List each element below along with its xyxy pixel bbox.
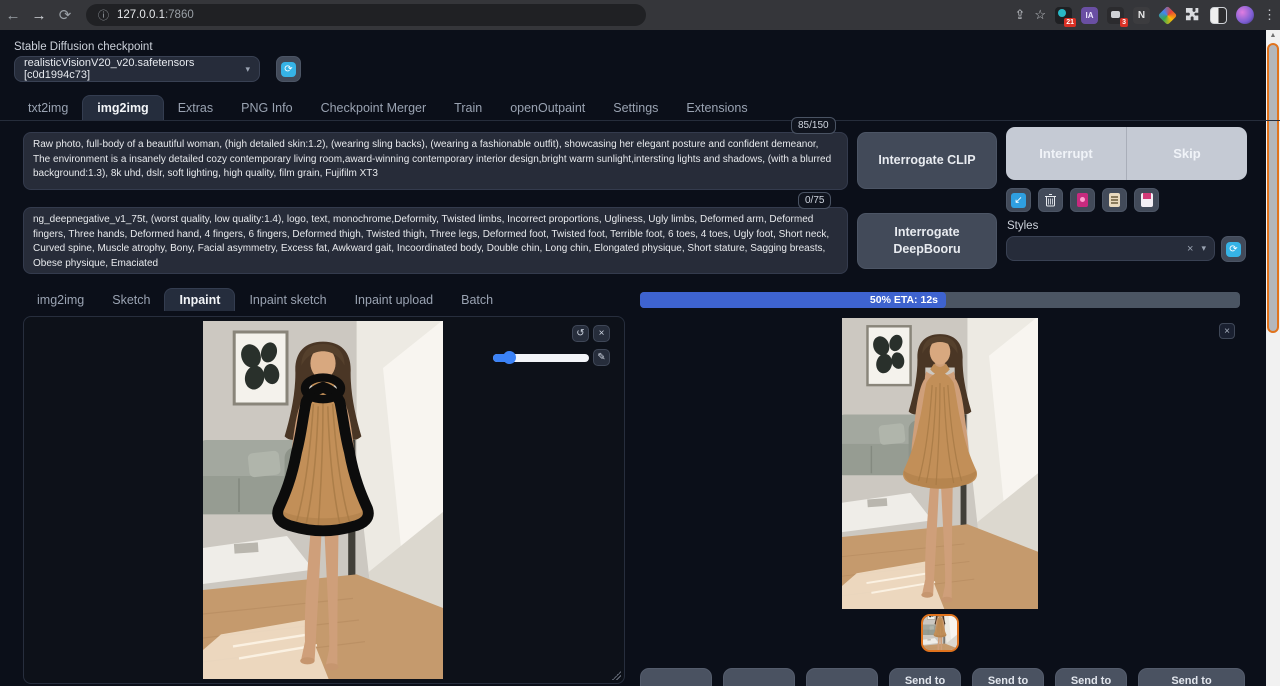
paste-arrow-icon: ↙ — [1011, 193, 1026, 208]
extension-diamond-icon[interactable] — [1158, 5, 1177, 24]
url-host: 127.0.0.1 — [117, 9, 165, 21]
progress-bar: 50% ETA: 12s — [640, 292, 1240, 308]
send-to-button-4[interactable]: Send to — [889, 668, 961, 686]
browser-menu-icon[interactable]: ⋮ — [1263, 7, 1276, 23]
extension-ia-icon[interactable]: IA — [1081, 7, 1098, 24]
interrogate-deepbooru-line1: Interrogate — [894, 224, 959, 241]
flower-card-icon — [1077, 193, 1088, 207]
paste-params-button[interactable]: ↙ — [1006, 188, 1031, 212]
page-scrollbar[interactable]: ▲ — [1266, 30, 1280, 686]
dark-reader-icon[interactable] — [1210, 7, 1227, 24]
forward-icon[interactable]: → — [26, 7, 52, 24]
chevron-down-icon: ▾ — [245, 64, 250, 75]
inpaint-source-image[interactable] — [203, 321, 443, 679]
tab-train[interactable]: Train — [440, 95, 496, 120]
main-tab-bar: txt2img img2img Extras PNG Info Checkpoi… — [14, 95, 762, 120]
styles-label: Styles — [1007, 220, 1038, 232]
positive-prompt-input[interactable]: Raw photo, full-body of a beautiful woma… — [23, 132, 848, 190]
negative-prompt-input[interactable]: ng_deepnegative_v1_75t, (worst quality, … — [23, 207, 848, 274]
interrogate-deepbooru-line2: DeepBooru — [893, 241, 960, 258]
undo-icon[interactable]: ↺ — [572, 325, 589, 342]
clipboard-icon — [1109, 193, 1120, 207]
inpaint-canvas-panel: ↺ × ✎ — [23, 316, 625, 684]
scrollbar-up-arrow[interactable]: ▲ — [1266, 30, 1280, 42]
brush-size-slider[interactable] — [493, 354, 589, 362]
checkpoint-refresh-button[interactable]: ⟳ — [276, 56, 301, 82]
tab-settings[interactable]: Settings — [599, 95, 672, 120]
apply-style-button[interactable] — [1102, 188, 1127, 212]
extension-timer-icon[interactable]: 21 — [1055, 7, 1072, 24]
tab-openoutpaint[interactable]: openOutpaint — [496, 95, 599, 120]
skip-button[interactable]: Skip — [1126, 127, 1247, 180]
send-button-3[interactable] — [806, 668, 878, 686]
output-preview-image[interactable] — [842, 318, 1038, 609]
positive-token-counter: 85/150 — [791, 117, 836, 134]
clear-prompt-button[interactable] — [1038, 188, 1063, 212]
checkpoint-value: realisticVisionV20_v20.safetensors [c0d1… — [24, 57, 245, 81]
chevron-down-icon: ▾ — [1201, 243, 1206, 254]
gallery-thumbnail-selected[interactable] — [921, 614, 959, 652]
reload-icon[interactable]: ⟳ — [52, 6, 78, 24]
checkpoint-label: Stable Diffusion checkpoint — [14, 41, 153, 53]
browser-toolbar: ← → ⟳ ⓘ 127.0.0.1:7860 ⇪ ☆ 21 IA 3 N ⋮ — [0, 0, 1280, 30]
save-button[interactable] — [640, 668, 712, 686]
scrollbar-thumb[interactable] — [1267, 43, 1279, 333]
extension-notion-icon[interactable]: N — [1133, 7, 1150, 24]
share-icon[interactable]: ⇪ — [1014, 7, 1025, 23]
interrogate-clip-button[interactable]: Interrogate CLIP — [857, 132, 997, 189]
subtab-inpaint[interactable]: Inpaint — [164, 288, 235, 311]
interrupt-button[interactable]: Interrupt — [1006, 127, 1126, 180]
styles-dropdown[interactable]: × ▾ — [1006, 236, 1215, 261]
gallery-action-row: Send to Send to Send to Send to — [640, 668, 1245, 686]
tab-extensions[interactable]: Extensions — [672, 95, 761, 120]
address-bar[interactable]: ⓘ 127.0.0.1:7860 — [86, 4, 646, 26]
brush-icon[interactable]: ✎ — [593, 349, 610, 366]
tab-img2img[interactable]: img2img — [82, 95, 163, 120]
send-to-button-7[interactable]: Send to — [1138, 668, 1245, 686]
stable-diffusion-webui: ← → ⟳ ⓘ 127.0.0.1:7860 ⇪ ☆ 21 IA 3 N ⋮ ▲… — [0, 0, 1280, 686]
styles-refresh-button[interactable]: ⟳ — [1221, 236, 1246, 262]
checkpoint-dropdown[interactable]: realisticVisionV20_v20.safetensors [c0d1… — [14, 56, 260, 82]
refresh-icon: ⟳ — [1226, 242, 1241, 257]
thumbnail-image — [923, 616, 957, 650]
tab-png-info[interactable]: PNG Info — [227, 95, 306, 120]
save-floppy-icon — [1141, 193, 1153, 207]
subtab-inpaint-sketch[interactable]: Inpaint sketch — [235, 288, 340, 311]
tab-extras[interactable]: Extras — [164, 95, 227, 120]
send-to-button-6[interactable]: Send to — [1055, 668, 1127, 686]
progress-fill: 50% ETA: 12s — [640, 292, 946, 308]
tab-txt2img[interactable]: txt2img — [14, 95, 82, 120]
subtab-img2img[interactable]: img2img — [23, 288, 98, 311]
tab-checkpoint-merger[interactable]: Checkpoint Merger — [307, 95, 441, 120]
style-card-button[interactable] — [1070, 188, 1095, 212]
subtab-batch[interactable]: Batch — [447, 288, 507, 311]
negative-token-counter: 0/75 — [798, 192, 831, 209]
close-icon[interactable]: × — [593, 325, 610, 342]
url-port: :7860 — [165, 9, 194, 21]
send-to-button-5[interactable]: Send to — [972, 668, 1044, 686]
brush-slider-handle[interactable] — [503, 351, 516, 364]
zip-button[interactable] — [723, 668, 795, 686]
extensions-puzzle-icon[interactable] — [1185, 7, 1201, 23]
trash-icon — [1044, 193, 1057, 207]
img2img-tab-bar: img2img Sketch Inpaint Inpaint sketch In… — [23, 288, 507, 311]
extension-messages-icon[interactable]: 3 — [1107, 7, 1124, 24]
prompt-tool-row: ↙ — [1006, 188, 1159, 212]
browser-profile-avatar[interactable] — [1236, 6, 1254, 24]
canvas-resize-handle[interactable] — [612, 671, 621, 680]
close-icon[interactable]: × — [1219, 323, 1235, 339]
interrogate-deepbooru-button[interactable]: Interrogate DeepBooru — [857, 213, 997, 269]
generation-controls: Interrupt Skip — [1006, 127, 1247, 180]
subtab-sketch[interactable]: Sketch — [98, 288, 164, 311]
site-info-icon[interactable]: ⓘ — [98, 7, 109, 23]
refresh-icon: ⟳ — [281, 62, 296, 77]
subtab-inpaint-upload[interactable]: Inpaint upload — [341, 288, 448, 311]
bookmark-star-icon[interactable]: ☆ — [1034, 7, 1046, 23]
back-icon[interactable]: ← — [0, 7, 26, 24]
clear-styles-icon[interactable]: × — [1187, 243, 1193, 255]
save-style-button[interactable] — [1134, 188, 1159, 212]
